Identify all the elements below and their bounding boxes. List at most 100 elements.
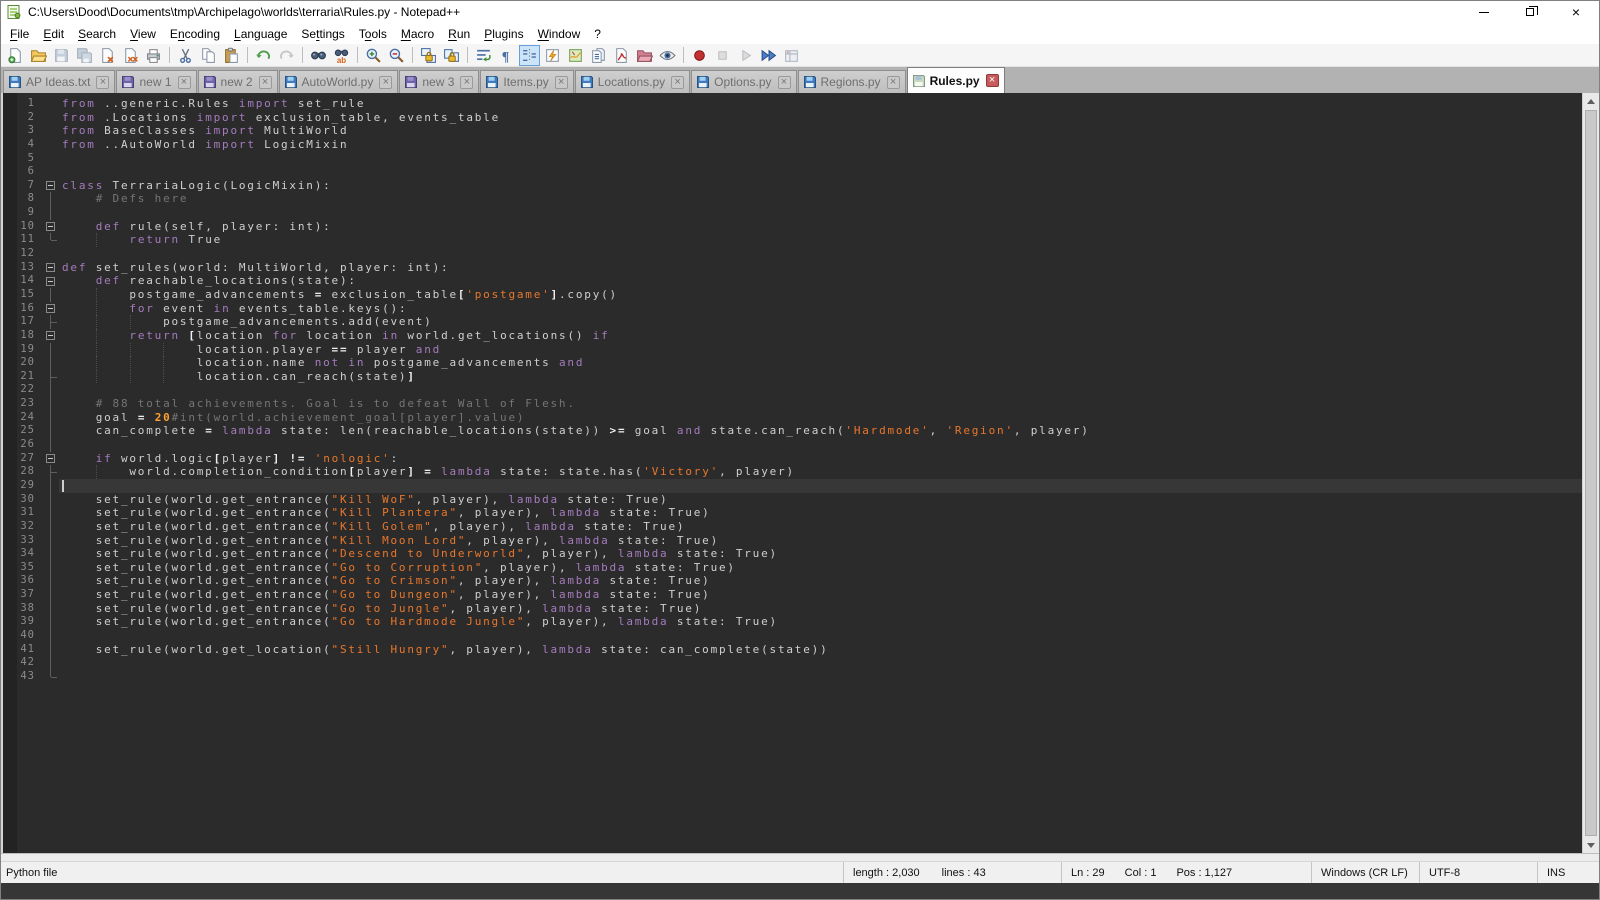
tab-close-icon[interactable]: × [887, 76, 900, 89]
copy-icon[interactable] [198, 45, 219, 66]
menu-item-[interactable]: ? [587, 24, 608, 44]
tab-close-icon[interactable]: × [778, 76, 791, 89]
print-icon[interactable] [143, 45, 164, 66]
tab-new-2[interactable]: new 2× [198, 70, 278, 93]
line-number: 23 [3, 397, 43, 411]
menu-item-settings[interactable]: Settings [294, 24, 351, 44]
editor[interactable]: 1from ..generic.Rules import set_rule2fr… [1, 93, 1582, 853]
fold-marker[interactable] [43, 452, 59, 466]
tab-close-icon[interactable]: × [671, 76, 684, 89]
open-file-icon[interactable] [28, 45, 49, 66]
zoom-in-icon[interactable] [363, 45, 384, 66]
function-list-icon[interactable] [542, 45, 563, 66]
close-file-icon[interactable] [97, 45, 118, 66]
scroll-up-arrow-icon[interactable] [1583, 93, 1599, 109]
menu-item-file[interactable]: File [3, 24, 36, 44]
indent-guide-icon[interactable] [519, 45, 540, 66]
tab-rules-py[interactable]: Rules.py× [907, 67, 1005, 93]
menu-bar: FileEditSearchViewEncodingLanguageSettin… [1, 23, 1599, 44]
document-map-icon[interactable] [565, 45, 586, 66]
line-number: 14 [3, 274, 43, 288]
fold-marker[interactable] [43, 302, 59, 316]
word-wrap-icon[interactable] [473, 45, 494, 66]
tab-close-icon[interactable]: × [259, 76, 272, 89]
fold-margin [43, 356, 59, 370]
monitoring-icon[interactable] [657, 45, 678, 66]
menu-item-view[interactable]: View [123, 24, 163, 44]
status-eol-format[interactable]: Windows (CR LF) [1311, 862, 1419, 883]
minimize-button[interactable] [1461, 1, 1507, 23]
floppy-icon [284, 75, 298, 89]
find-icon[interactable] [308, 45, 329, 66]
code-line: 36 set_rule(world.get_entrance("Go to Cr… [3, 574, 1582, 588]
save-icon[interactable] [51, 45, 72, 66]
tab-label: Locations.py [598, 75, 665, 89]
svg-text:ab: ab [337, 55, 346, 63]
show-all-characters-icon[interactable]: ¶ [496, 45, 517, 66]
tab-autoworld-py[interactable]: AutoWorld.py× [279, 70, 399, 93]
status-insert-mode[interactable]: INS [1537, 862, 1599, 883]
script-icon[interactable] [611, 45, 632, 66]
tab-close-icon[interactable]: × [178, 76, 191, 89]
tab-items-py[interactable]: Items.py× [480, 70, 573, 93]
close-button[interactable]: × [1553, 1, 1599, 23]
menu-item-tools[interactable]: Tools [352, 24, 394, 44]
vertical-scrollbar[interactable] [1582, 93, 1599, 853]
menu-item-run[interactable]: Run [441, 24, 477, 44]
sync-horizontal-icon[interactable] [441, 45, 462, 66]
scrollbar-thumb[interactable] [1585, 110, 1597, 836]
tab-close-icon[interactable]: × [379, 76, 392, 89]
fold-marker[interactable] [43, 220, 59, 234]
tab-close-icon[interactable]: × [986, 74, 999, 87]
save-all-icon[interactable] [74, 45, 95, 66]
tab-close-icon[interactable]: × [555, 76, 568, 89]
tab-new-1[interactable]: new 1× [116, 70, 196, 93]
folder-as-workspace-icon[interactable] [634, 45, 655, 66]
macro-run-multiple-icon[interactable] [758, 45, 779, 66]
document-list-icon[interactable] [588, 45, 609, 66]
fold-margin [43, 506, 59, 520]
menu-item-encoding[interactable]: Encoding [163, 24, 227, 44]
close-all-icon[interactable] [120, 45, 141, 66]
tab-ap-ideas-txt[interactable]: AP Ideas.txt× [3, 70, 115, 93]
redo-icon[interactable] [276, 45, 297, 66]
menu-item-plugins[interactable]: Plugins [477, 24, 530, 44]
code-line: 33 set_rule(world.get_entrance("Kill Moo… [3, 534, 1582, 548]
macro-record-icon[interactable] [689, 45, 710, 66]
line-number: 12 [3, 247, 43, 261]
undo-icon[interactable] [253, 45, 274, 66]
fold-marker[interactable] [43, 274, 59, 288]
status-encoding[interactable]: UTF-8 [1419, 862, 1537, 883]
replace-icon[interactable]: ab [331, 45, 352, 66]
fold-marker[interactable] [43, 179, 59, 193]
menu-item-language[interactable]: Language [227, 24, 294, 44]
sync-vertical-icon[interactable] [418, 45, 439, 66]
tab-locations-py[interactable]: Locations.py × [575, 70, 690, 93]
tab-regions-py[interactable]: Regions.py× [798, 70, 906, 93]
paste-icon[interactable] [221, 45, 242, 66]
menu-item-window[interactable]: Window [531, 24, 588, 44]
new-file-icon[interactable] [5, 45, 26, 66]
macro-stop-icon[interactable] [712, 45, 733, 66]
macro-play-icon[interactable] [735, 45, 756, 66]
code-line: 17 postgame_advancements.add(event) [3, 315, 1582, 329]
code-line: 23 # 88 total achievements. Goal is to d… [3, 397, 1582, 411]
status-pos: Pos : 1,127 [1176, 867, 1232, 879]
indent-guide [130, 356, 131, 370]
fold-marker[interactable] [43, 329, 59, 343]
scroll-down-arrow-icon[interactable] [1583, 837, 1599, 853]
macro-save-icon[interactable] [781, 45, 802, 66]
tab-close-icon[interactable]: × [96, 76, 109, 89]
restore-button[interactable] [1507, 1, 1553, 23]
menu-item-macro[interactable]: Macro [394, 24, 441, 44]
menu-item-search[interactable]: Search [71, 24, 123, 44]
cut-icon[interactable] [175, 45, 196, 66]
fold-marker[interactable] [43, 261, 59, 275]
code-text: if world.logic[player] != 'nologic': [59, 452, 1582, 466]
menu-item-edit[interactable]: Edit [36, 24, 71, 44]
tab-new-3[interactable]: new 3× [399, 70, 479, 93]
tab-close-icon[interactable]: × [460, 76, 473, 89]
code-text: def rule(self, player: int): [59, 220, 1582, 234]
zoom-out-icon[interactable] [386, 45, 407, 66]
tab-options-py[interactable]: Options.py× [691, 70, 796, 93]
